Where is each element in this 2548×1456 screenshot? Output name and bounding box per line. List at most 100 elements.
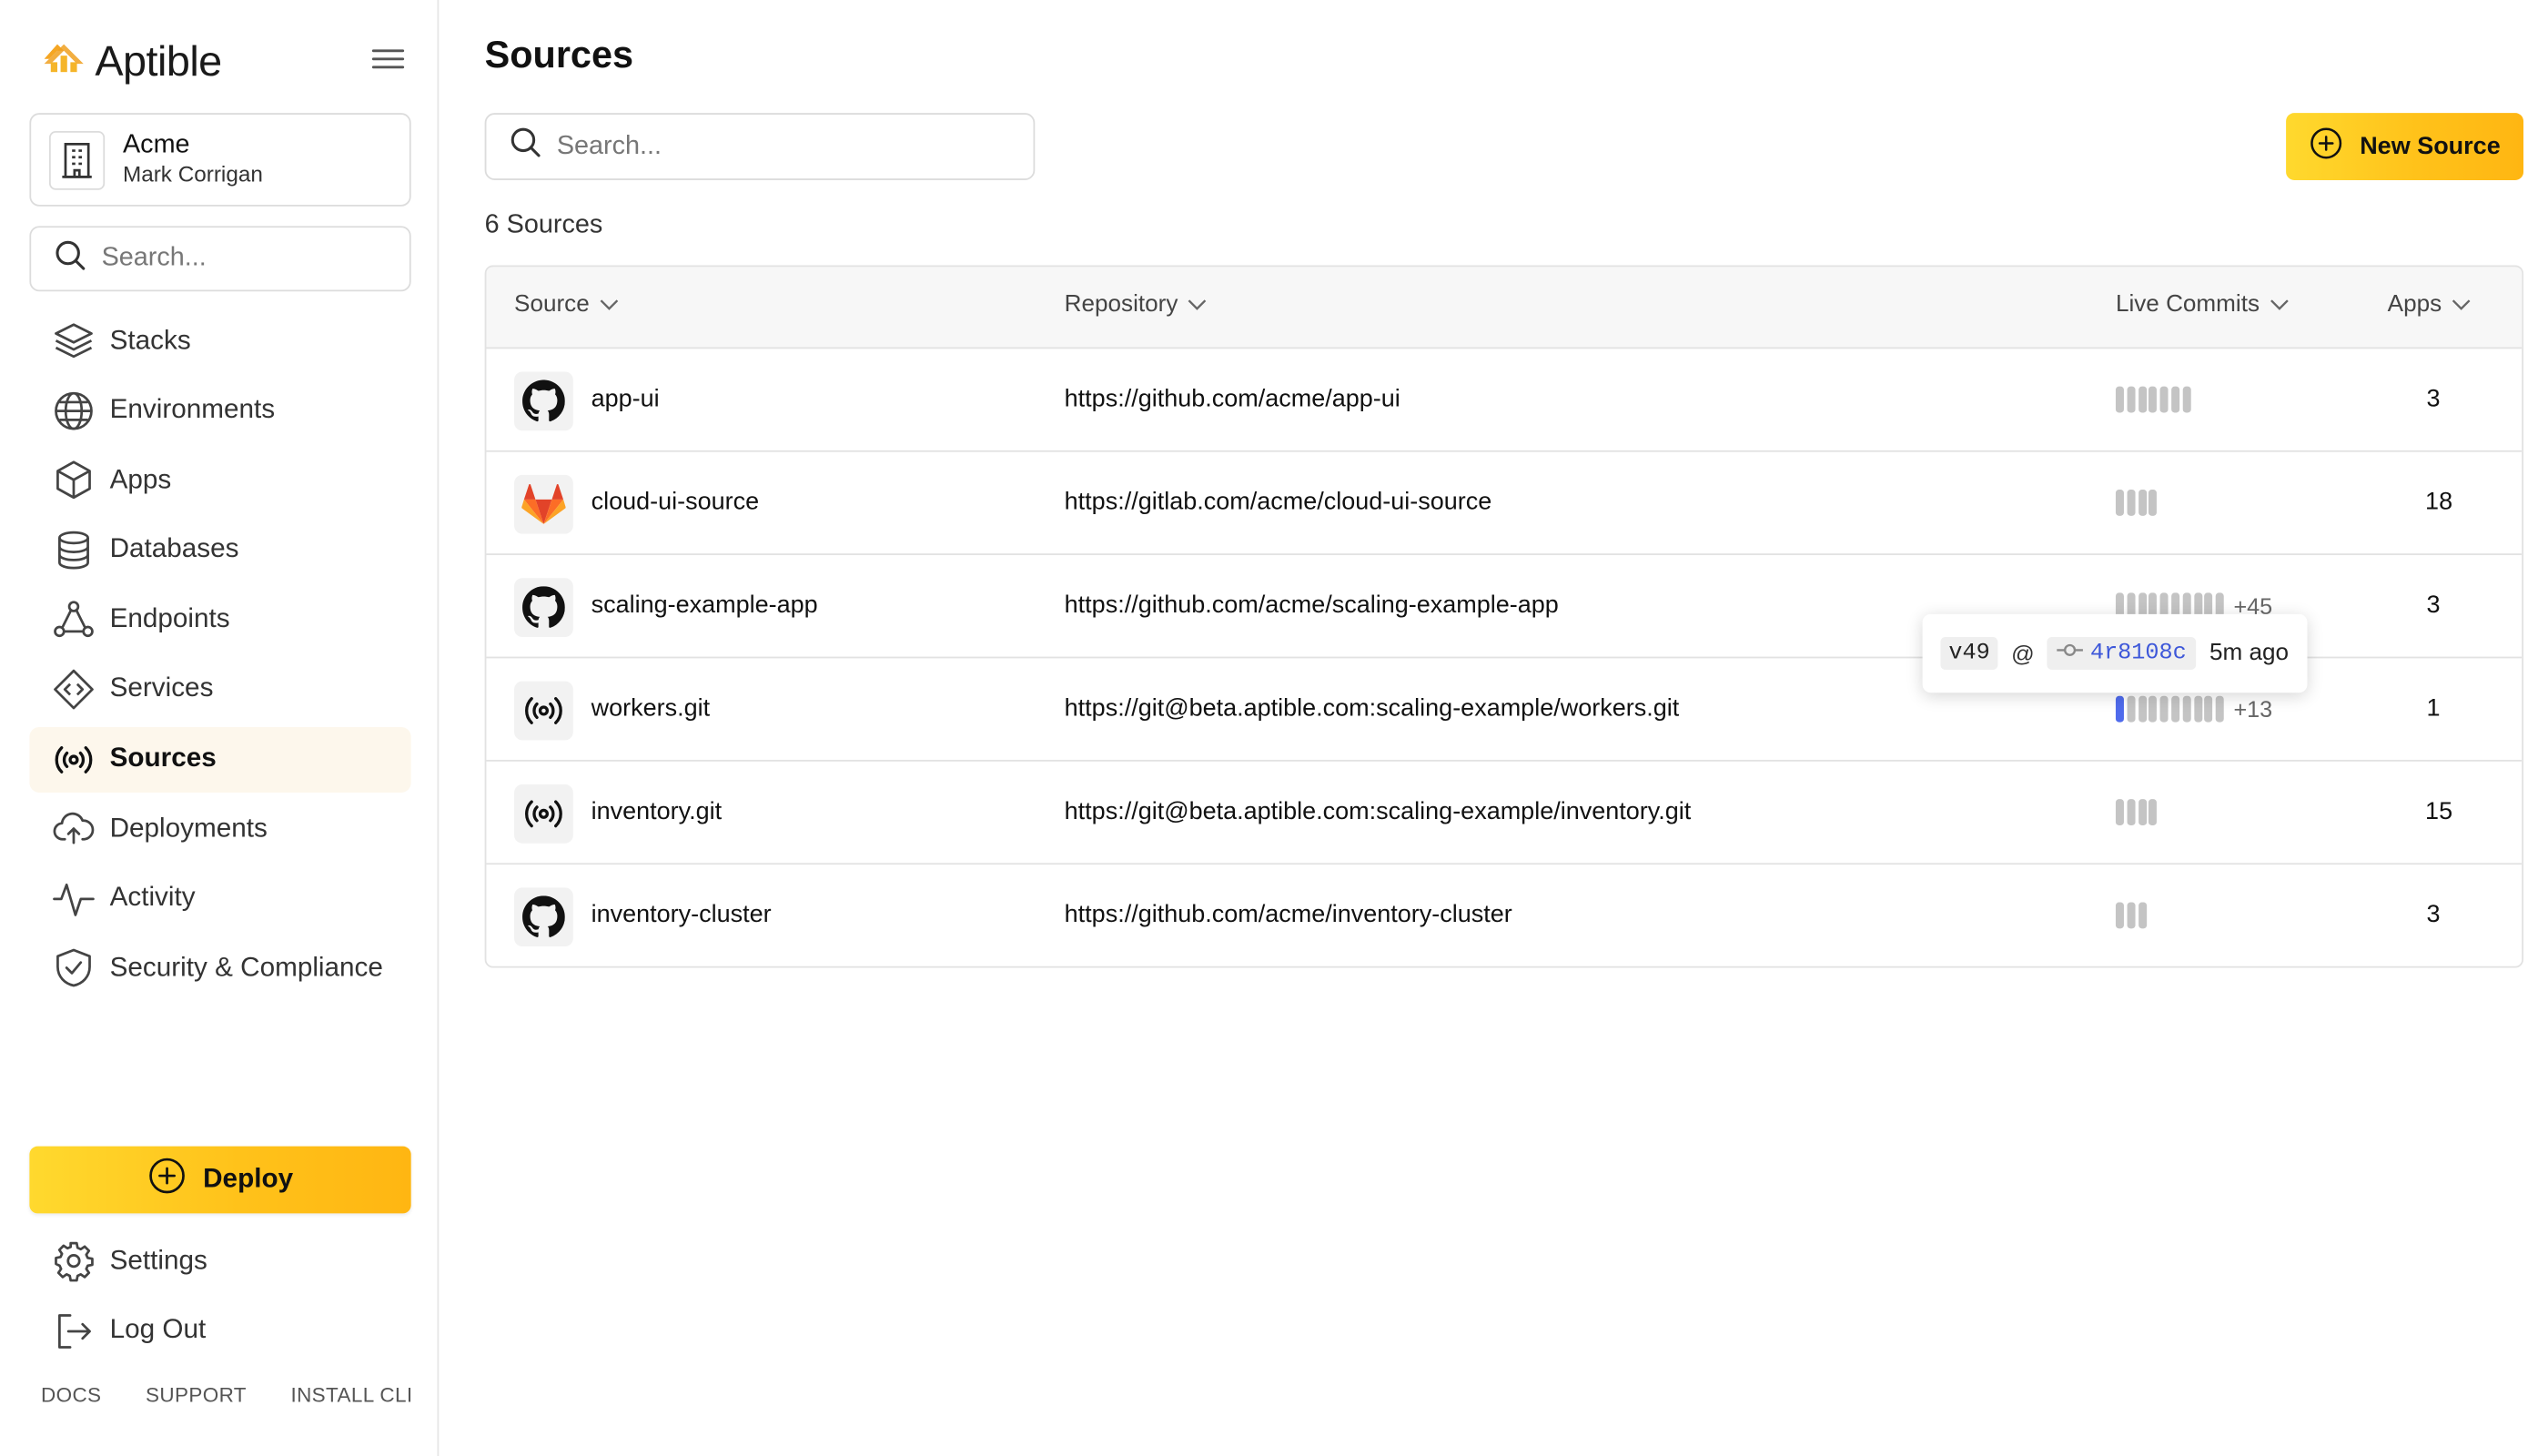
sidebar-item-label: Stacks <box>109 325 191 355</box>
commit-bar[interactable] <box>2115 490 2124 516</box>
commit-bar[interactable] <box>2115 902 2124 929</box>
commit-bar[interactable] <box>2127 695 2136 723</box>
commit-bar[interactable] <box>2138 799 2147 825</box>
commit-bar[interactable] <box>2115 386 2124 413</box>
search-icon <box>31 238 86 279</box>
hamburger-menu-icon[interactable] <box>370 43 407 76</box>
commit-bar[interactable] <box>2115 799 2124 825</box>
column-header-repository[interactable]: Repository <box>1065 291 1208 318</box>
tooltip-sha: 4r8108c <box>2089 640 2187 667</box>
org-switcher[interactable]: Acme Mark Corrigan <box>29 113 411 207</box>
sidebar-item-endpoints[interactable]: Endpoints <box>29 587 410 652</box>
install-cli-link[interactable]: INSTALL CLI <box>290 1384 412 1407</box>
table-header: Source Repository Live Commits Apps <box>486 267 2523 349</box>
shield-check-icon <box>51 945 96 991</box>
sidebar-item-settings[interactable]: Settings <box>29 1228 410 1294</box>
chevron-down-icon <box>2270 291 2290 318</box>
brand-logo[interactable]: Aptible <box>43 36 222 87</box>
commit-bar[interactable] <box>2127 902 2136 929</box>
tooltip-commit[interactable]: 4r8108c <box>2048 637 2197 670</box>
sources-search[interactable] <box>484 113 1036 180</box>
plus-circle-icon <box>147 1156 187 1203</box>
repository-url: https://git@beta.aptible.com:scaling-exa… <box>1064 693 1680 723</box>
github-icon <box>514 371 573 431</box>
repository-url: https://gitlab.com/acme/cloud-ui-source <box>1064 488 1492 516</box>
tooltip-time: 5m ago <box>2209 640 2290 667</box>
table-row[interactable]: inventory-cluster https://github.com/acm… <box>486 864 2522 966</box>
commit-bar[interactable] <box>2204 695 2213 723</box>
column-header-source[interactable]: Source <box>514 291 619 318</box>
source-name: app-ui <box>591 384 660 413</box>
commit-bar[interactable] <box>2182 695 2191 723</box>
sources-count: 6 Sources <box>484 211 603 239</box>
live-commits <box>2115 799 2160 825</box>
commit-bar[interactable] <box>2171 386 2180 413</box>
source-name: inventory.git <box>591 797 723 825</box>
sidebar-item-sources[interactable]: Sources <box>29 726 411 793</box>
commit-bar[interactable] <box>2149 386 2158 413</box>
sidebar-search[interactable] <box>29 226 411 292</box>
commit-bar[interactable] <box>2193 695 2202 723</box>
gitlab-icon <box>514 474 573 534</box>
sidebar-item-databases[interactable]: Databases <box>29 517 410 582</box>
sidebar-item-label: Apps <box>109 464 172 494</box>
live-commits <box>2115 490 2160 516</box>
commit-bar[interactable] <box>2138 695 2147 723</box>
org-user: Mark Corrigan <box>122 162 263 187</box>
new-source-button[interactable]: New Source <box>2286 113 2524 180</box>
commit-bar[interactable] <box>2159 386 2169 413</box>
sidebar-item-services[interactable]: Services <box>29 657 410 723</box>
sidebar-item-label: Environments <box>109 394 276 425</box>
support-link[interactable]: SUPPORT <box>146 1384 247 1407</box>
repository-url: https://github.com/acme/app-ui <box>1064 384 1400 413</box>
sidebar-nav: Stacks Environments Apps Databases Endpo… <box>29 308 411 1005</box>
apps-count: 3 <box>2426 384 2441 413</box>
sidebar-item-security-compliance[interactable]: Security & Compliance <box>29 935 410 1001</box>
column-header-live-commits[interactable]: Live Commits <box>2116 291 2289 318</box>
commit-bar[interactable] <box>2127 799 2136 825</box>
new-source-label: New Source <box>2360 132 2501 161</box>
sidebar-item-activity[interactable]: Activity <box>29 865 410 931</box>
sidebar-item-label: Databases <box>109 534 239 564</box>
table-row[interactable]: inventory.git https://git@beta.aptible.c… <box>486 762 2523 865</box>
table-row[interactable]: app-ui https://github.com/acme/app-ui 3 <box>486 349 2523 452</box>
cloud-upload-icon <box>51 806 96 852</box>
commit-bar[interactable] <box>2216 695 2225 723</box>
repository-url: https://git@beta.aptible.com:scaling-exa… <box>1064 797 1692 825</box>
commit-bar[interactable] <box>2127 386 2136 413</box>
commit-bar[interactable] <box>2138 902 2147 929</box>
search-icon <box>486 126 541 167</box>
broadcast-icon <box>51 736 96 782</box>
sidebar-item-logout[interactable]: Log Out <box>29 1298 410 1363</box>
endpoints-icon <box>51 597 96 642</box>
commit-bar[interactable] <box>2138 490 2147 516</box>
commit-bar[interactable] <box>2171 695 2180 723</box>
building-icon <box>48 130 106 189</box>
commit-bar[interactable] <box>2149 799 2158 825</box>
org-name: Acme <box>122 130 190 159</box>
repository-url: https://github.com/acme/scaling-example-… <box>1064 591 1559 620</box>
sidebar-item-environments[interactable]: Environments <box>29 378 410 443</box>
sidebar-item-stacks[interactable]: Stacks <box>29 308 410 373</box>
sidebar-item-deployments[interactable]: Deployments <box>29 796 410 862</box>
source-name: inventory-cluster <box>591 900 772 929</box>
column-label: Repository <box>1064 291 1178 318</box>
deploy-button[interactable]: Deploy <box>29 1146 411 1214</box>
commit-bar[interactable] <box>2127 490 2136 516</box>
commit-bar[interactable] <box>2138 386 2147 413</box>
sidebar-search-input[interactable] <box>101 244 364 274</box>
docs-link[interactable]: DOCS <box>41 1384 101 1407</box>
sources-search-input[interactable] <box>556 131 819 162</box>
commit-bar[interactable] <box>2182 386 2191 413</box>
column-header-apps[interactable]: Apps <box>2388 291 2472 318</box>
tooltip-version: v49 <box>1940 637 1998 670</box>
git-broadcast-icon <box>514 681 573 741</box>
commit-bar[interactable] <box>2115 695 2124 723</box>
live-commits: +13 <box>2115 695 2272 723</box>
commit-bar[interactable] <box>2149 490 2158 516</box>
live-commits <box>2115 902 2149 929</box>
commit-bar[interactable] <box>2159 695 2169 723</box>
table-row[interactable]: cloud-ui-source https://gitlab.com/acme/… <box>486 452 2523 556</box>
commit-bar[interactable] <box>2149 695 2158 723</box>
sidebar-item-apps[interactable]: Apps <box>29 448 410 513</box>
